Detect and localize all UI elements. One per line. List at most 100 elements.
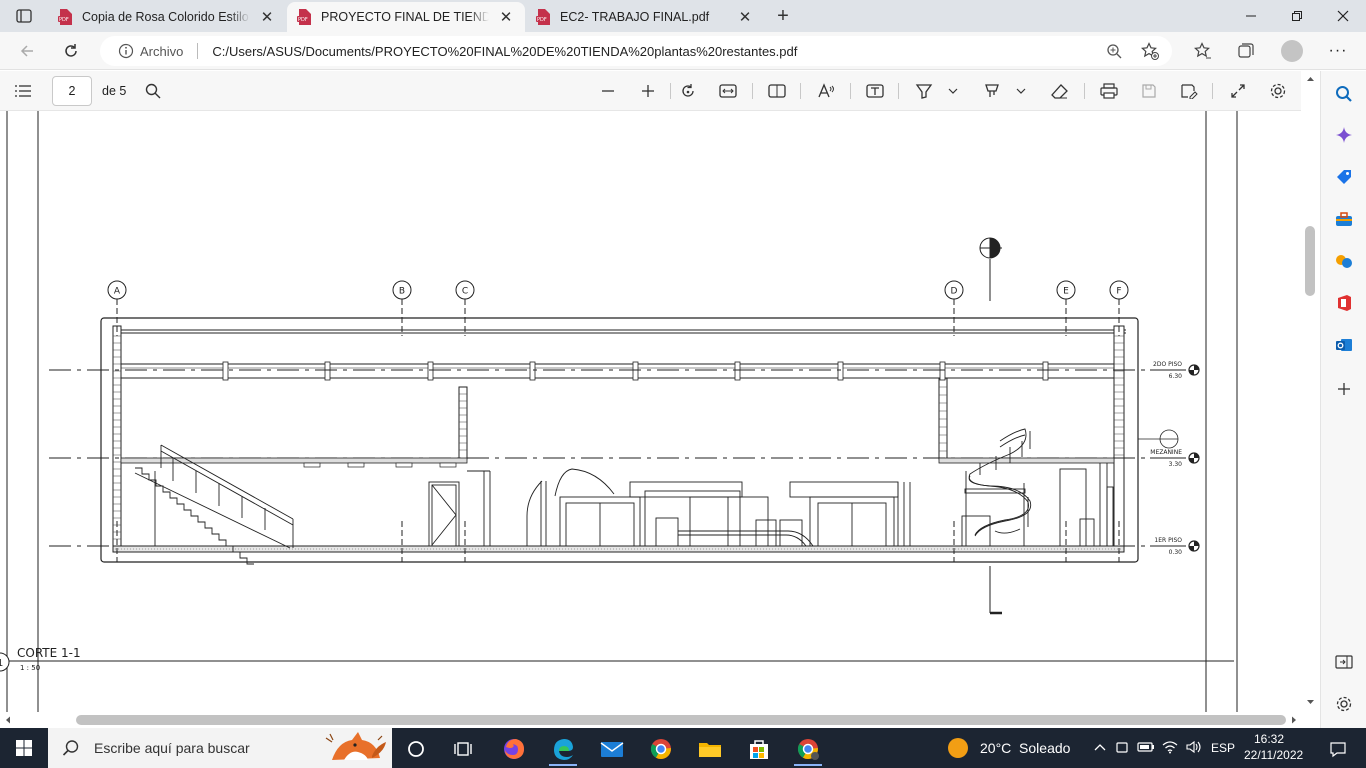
sidebar-hide-button[interactable] [1333, 651, 1355, 673]
pdf-viewer[interactable]: A B C D E F 2DO PISO 6.30 MEZANINE 3.30 1ER PISO 0… [0, 111, 1301, 712]
profile-button[interactable] [1279, 39, 1305, 63]
back-button[interactable] [12, 37, 42, 65]
highlight-icon [915, 84, 933, 99]
refresh-button[interactable] [56, 37, 86, 65]
add-favorite-button[interactable] [1140, 41, 1160, 61]
erase-button[interactable] [1047, 79, 1073, 103]
zoom-out-button[interactable] [595, 79, 621, 103]
chrome-icon [650, 739, 671, 760]
start-button[interactable] [0, 728, 48, 768]
fullscreen-button[interactable] [1225, 79, 1251, 103]
zoom-in-button[interactable] [635, 79, 661, 103]
pdf-icon: PDF [536, 9, 550, 25]
taskbar-firefox[interactable] [494, 732, 534, 766]
vertical-scrollbar[interactable] [1301, 71, 1320, 712]
tab-proyecto[interactable]: PDF PROYECTO FINAL DE TIENDA pla ✕ [287, 2, 525, 32]
tab-actions-button[interactable] [10, 5, 38, 27]
zoom-button[interactable] [1104, 41, 1124, 61]
task-view-icon [454, 742, 472, 756]
sidebar-office-button[interactable] [1333, 292, 1355, 314]
search-icon [62, 740, 79, 756]
highlight-options-button[interactable] [945, 79, 961, 103]
sidebar-search-button[interactable] [1333, 83, 1355, 105]
draw-options-button[interactable] [1013, 79, 1029, 103]
tab-rosa[interactable]: PDF Copia de Rosa Colorido Estilo Se ✕ [48, 2, 286, 32]
taskbar-search[interactable]: Escribe aquí para buscar [48, 728, 392, 768]
add-text-button[interactable] [862, 79, 888, 103]
scroll-up-icon [1307, 77, 1314, 81]
save-as-button[interactable] [1176, 79, 1202, 103]
task-view-button[interactable] [443, 732, 483, 766]
find-button[interactable] [140, 79, 166, 103]
language-indicator[interactable]: ESP [1206, 741, 1240, 755]
favorites-button[interactable] [1190, 39, 1216, 63]
meet-now-icon[interactable] [1110, 740, 1134, 757]
weather-widget[interactable]: 20°C Soleado [948, 728, 1070, 768]
arrow-left-icon [20, 45, 33, 57]
draw-button[interactable] [979, 79, 1005, 103]
page-view-button[interactable] [764, 79, 790, 103]
highlight-button[interactable] [911, 79, 937, 103]
settings-menu-button[interactable]: ··· [1325, 39, 1351, 63]
plus-icon: + [777, 4, 789, 27]
axis-label: A [114, 287, 121, 297]
restore-button[interactable] [1274, 0, 1320, 32]
horizontal-scroll-thumb[interactable] [76, 715, 1286, 725]
close-tab-icon[interactable]: ✕ [258, 8, 276, 26]
info-icon [118, 43, 134, 59]
page-view-icon [768, 84, 786, 98]
wifi-icon[interactable] [1158, 740, 1182, 757]
read-aloud-button[interactable] [813, 79, 839, 103]
sidebar-copilot-button[interactable] [1333, 124, 1355, 146]
taskbar-chrome[interactable] [641, 732, 681, 766]
sidebar-shopping-button[interactable] [1333, 166, 1355, 188]
notifications-button[interactable] [1318, 732, 1358, 766]
new-tab-button[interactable]: + [770, 4, 796, 28]
volume-icon[interactable] [1182, 740, 1206, 757]
favorites-icon [1194, 42, 1211, 59]
battery-icon[interactable] [1134, 741, 1158, 756]
sidebar-outlook-button[interactable] [1333, 334, 1355, 356]
collections-button[interactable] [1233, 39, 1259, 63]
search-icon [1336, 86, 1352, 102]
tab-ec2[interactable]: PDF EC2- TRABAJO FINAL.pdf ✕ [526, 2, 764, 32]
cortana-button[interactable] [396, 732, 436, 766]
scheme-label: Archivo [140, 43, 184, 59]
axis-label: E [1063, 287, 1069, 297]
section-drawing: A B C D E F 2DO PISO 6.30 MEZANINE 3.30 1ER PISO 0… [0, 111, 1238, 712]
weather-text: 20°C Soleado [980, 740, 1071, 756]
horizontal-scrollbar[interactable] [0, 712, 1320, 728]
fit-width-button[interactable] [715, 79, 741, 103]
gear-icon [1336, 696, 1352, 712]
taskbar-chrome-profile[interactable] [788, 732, 828, 766]
address-bar[interactable]: Archivo C:/Users/ASUS/Documents/PROYECTO… [100, 36, 1172, 66]
address-row: Archivo C:/Users/ASUS/Documents/PROYECTO… [0, 32, 1366, 70]
sidebar-add-button[interactable] [1333, 378, 1355, 400]
pdf-settings-button[interactable] [1265, 79, 1291, 103]
sidebar-games-button[interactable] [1333, 250, 1355, 272]
sidebar-tools-button[interactable] [1333, 208, 1355, 230]
contents-button[interactable] [10, 79, 36, 103]
chevron-up-icon[interactable] [1090, 741, 1110, 755]
minimize-button[interactable] [1228, 0, 1274, 32]
taskbar-store[interactable] [739, 732, 779, 766]
clock[interactable]: 16:32 22/11/2022 [1244, 731, 1303, 763]
vertical-scroll-thumb[interactable] [1305, 226, 1315, 296]
close-tab-icon[interactable]: ✕ [736, 8, 754, 26]
print-button[interactable] [1096, 79, 1122, 103]
separator [752, 83, 753, 99]
taskbar-edge[interactable] [543, 732, 583, 766]
taskbar-file-explorer[interactable] [690, 732, 730, 766]
pdf-icon: PDF [58, 9, 72, 25]
save-button[interactable] [1136, 79, 1162, 103]
toolbox-icon [1336, 212, 1352, 226]
sidebar-settings-button[interactable] [1333, 693, 1355, 715]
search-icon [145, 83, 161, 99]
restore-icon [1292, 11, 1302, 21]
close-tab-icon[interactable]: ✕ [497, 8, 515, 26]
taskbar-mail[interactable] [592, 732, 632, 766]
level-name: 1ER PISO [1154, 537, 1182, 544]
rotate-button[interactable] [675, 79, 701, 103]
page-number-input[interactable]: 2 [52, 76, 92, 106]
close-window-button[interactable] [1320, 0, 1366, 32]
